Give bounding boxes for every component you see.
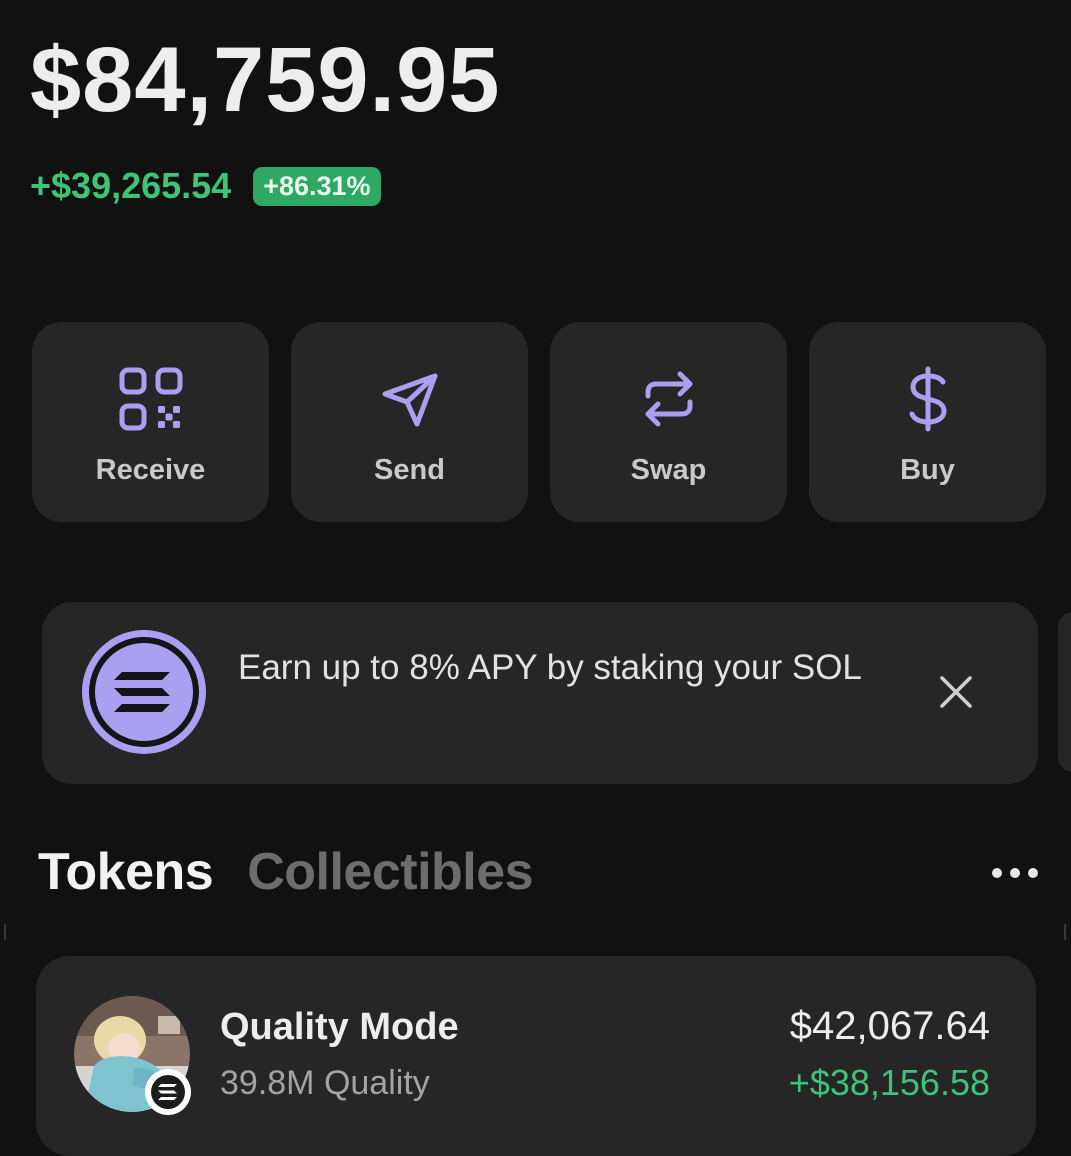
token-value: $42,067.64 [789, 1004, 990, 1048]
staking-banner-text: Earn up to 8% APY by staking your SOL [238, 648, 862, 687]
swap-button[interactable]: Swap [550, 322, 787, 522]
solana-badge-icon [145, 1069, 191, 1115]
swap-label: Swap [630, 454, 707, 486]
token-name: Quality Mode [220, 1006, 459, 1048]
portfolio-change-amount: +$39,265.54 [30, 165, 232, 206]
send-label: Send [374, 454, 445, 486]
token-change: +$38,156.58 [788, 1062, 990, 1103]
right-edge-marker [1064, 924, 1066, 940]
next-banner-peek[interactable] [1058, 612, 1071, 772]
token-row[interactable]: Quality Mode 39.8M Quality $42,067.64 +$… [36, 956, 1036, 1156]
send-icon [382, 373, 437, 427]
more-options-icon[interactable] [988, 860, 1042, 886]
solana-icon [82, 630, 206, 754]
close-icon[interactable] [938, 674, 974, 710]
tab-collectibles[interactable]: Collectibles [247, 842, 533, 902]
staking-banner[interactable]: Earn up to 8% APY by staking your SOL [42, 602, 1038, 784]
token-amount: 39.8M Quality [220, 1064, 430, 1102]
receive-button[interactable]: Receive [32, 322, 269, 522]
portfolio-change-percent-badge: +86.31% [253, 166, 381, 206]
send-button[interactable]: Send [291, 322, 528, 522]
swap-icon [645, 371, 692, 427]
receive-label: Receive [95, 454, 206, 486]
tab-tokens[interactable]: Tokens [38, 842, 214, 902]
action-buttons: Receive Send Swap Buy [32, 322, 1046, 522]
dollar-icon [909, 366, 946, 432]
asset-tabs: Tokens Collectibles [38, 842, 534, 902]
portfolio-change-row: +$39,265.54 +86.31% [30, 162, 381, 210]
buy-label: Buy [900, 454, 955, 486]
buy-button[interactable]: Buy [809, 322, 1046, 522]
left-edge-marker [4, 924, 6, 940]
portfolio-balance: $84,759.95 [30, 29, 501, 131]
qr-code-icon [119, 367, 182, 431]
